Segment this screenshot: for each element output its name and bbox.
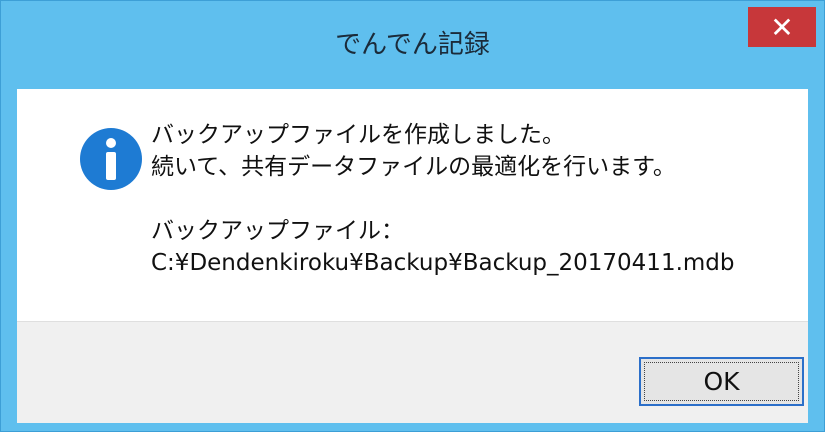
button-bar: OK	[17, 321, 808, 423]
backup-file-label: バックアップファイル：	[151, 218, 404, 244]
info-icon	[80, 128, 142, 190]
backup-file-path: C:¥Dendenkiroku¥Backup¥Backup_20170411.m…	[151, 250, 735, 276]
message-area: バックアップファイルを作成しました。 続いて、共有データファイルの最適化を行いま…	[17, 89, 808, 321]
dialog-client-area: バックアップファイルを作成しました。 続いて、共有データファイルの最適化を行いま…	[17, 89, 808, 423]
close-icon: ✕	[770, 10, 794, 44]
close-button[interactable]: ✕	[748, 7, 816, 47]
message-dialog: でんでん記録 ✕ バックアップファイルを作成しました。 続いて、共有データファイ…	[0, 0, 825, 432]
dialog-title: でんでん記録	[335, 30, 490, 60]
title-bar[interactable]: でんでん記録 ✕	[1, 1, 824, 89]
ok-button[interactable]: OK	[639, 357, 804, 406]
message-line-2: 続いて、共有データファイルの最適化を行います。	[151, 154, 676, 180]
message-line-1: バックアップファイルを作成しました。	[151, 122, 565, 148]
